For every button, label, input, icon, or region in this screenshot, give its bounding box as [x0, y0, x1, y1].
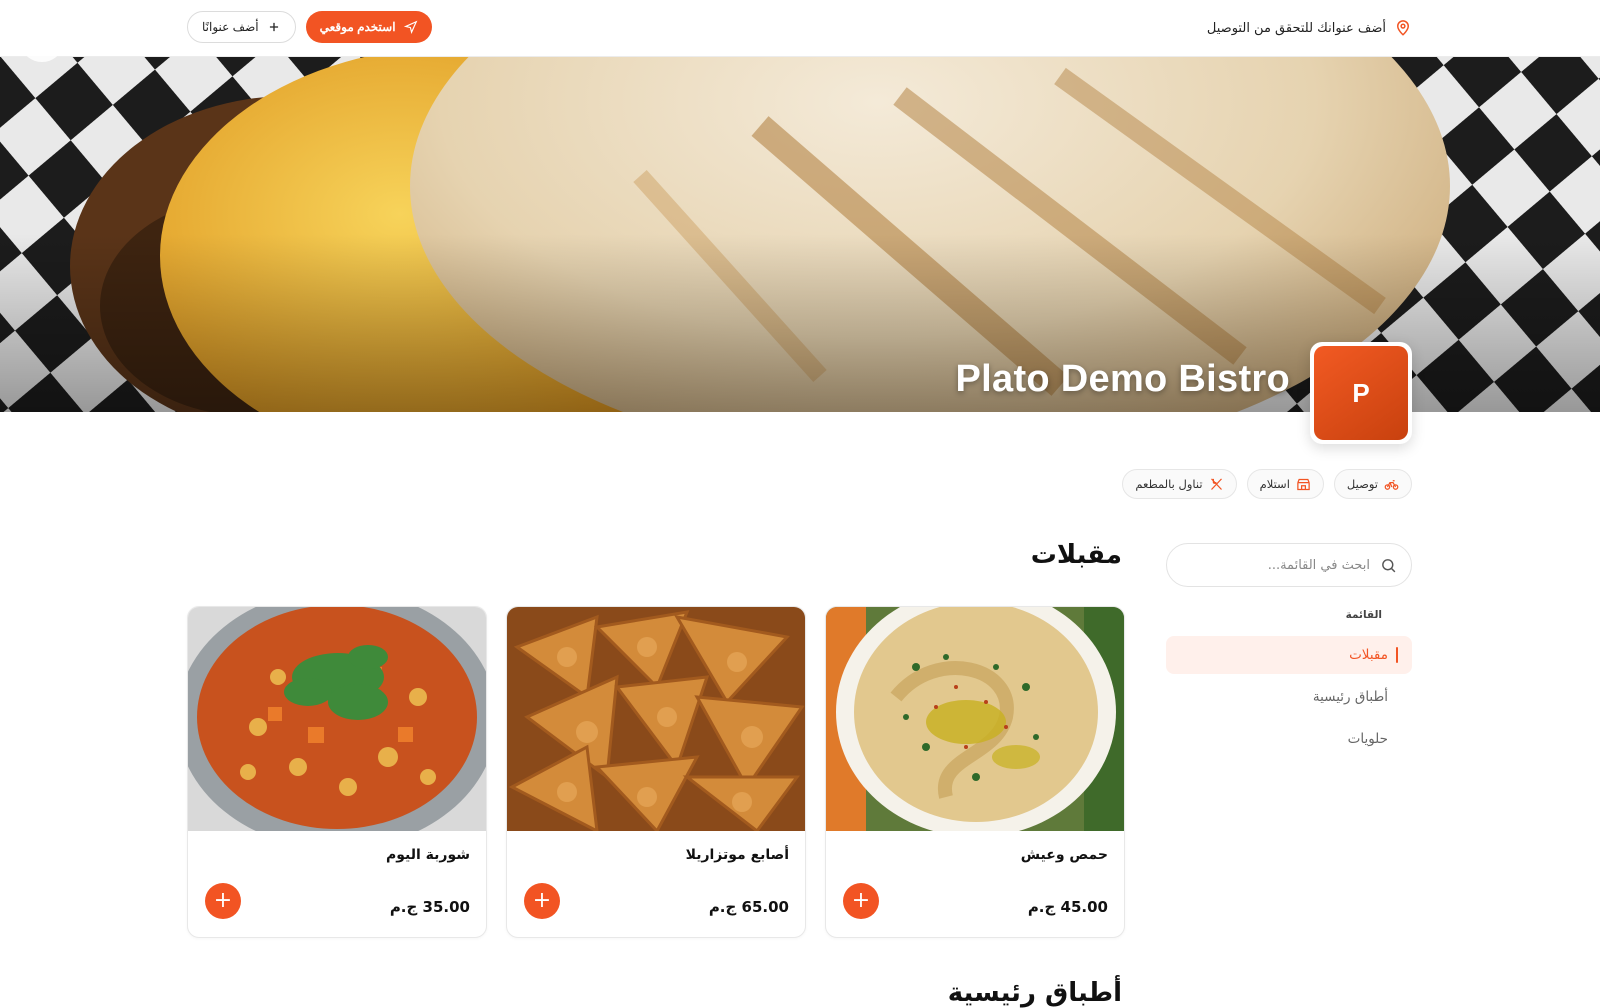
soup-image	[188, 607, 486, 831]
menu-item-price: 65.00 ج.م	[708, 898, 789, 916]
menu-heading: القائمة	[1345, 609, 1382, 621]
hummus-image	[826, 607, 1124, 831]
floating-menu-button[interactable]	[22, 28, 62, 62]
use-location-button[interactable]: استخدم موقعي	[305, 11, 432, 43]
add-to-cart-button[interactable]: +	[843, 883, 879, 919]
restaurant-logo-letter: P	[1314, 346, 1408, 440]
service-chip-label: توصيل	[1346, 477, 1378, 491]
service-options: توصيل استلام تناول بالمطعم	[1122, 469, 1412, 499]
plus-icon	[269, 22, 278, 32]
menu-item-card[interactable]: شوربة اليوم 35.00 ج.م +	[187, 606, 487, 938]
top-bar: أضف عنوانك للتحقق من التوصيل أضف عنوانًا…	[0, 0, 1600, 57]
add-to-cart-button[interactable]: +	[524, 883, 560, 919]
category-main-dishes[interactable]: أطباق رئيسية	[1166, 678, 1412, 716]
location-pin-icon	[1396, 20, 1410, 36]
menu-item-card[interactable]: حمص وعيش 45.00 ج.م +	[825, 606, 1125, 938]
use-location-label: استخدم موقعي	[319, 20, 396, 34]
add-address-button[interactable]: أضف عنوانًا	[187, 11, 296, 43]
category-desserts[interactable]: حلويات	[1166, 720, 1412, 758]
address-prompt-text: أضف عنوانك للتحقق من التوصيل	[1206, 20, 1386, 36]
add-to-cart-button[interactable]: +	[205, 883, 241, 919]
utensils-icon	[1210, 477, 1222, 490]
menu-item-name: أصابع موتزاريلا	[685, 847, 789, 863]
category-list: مقبلات أطباق رئيسية حلويات	[1166, 636, 1412, 762]
bike-icon	[1384, 479, 1399, 490]
service-chip-pickup[interactable]: استلام	[1246, 469, 1324, 499]
add-address-label: أضف عنوانًا	[202, 20, 259, 34]
menu-search-input[interactable]	[1181, 556, 1372, 574]
menu-item-card[interactable]: أصابع موتزاريلا 65.00 ج.م +	[506, 606, 806, 938]
service-chip-delivery[interactable]: توصيل	[1333, 469, 1412, 499]
store-icon	[1297, 478, 1310, 490]
menu-item-price: 45.00 ج.م	[1027, 898, 1108, 916]
menu-item-name: حمص وعيش	[1020, 847, 1108, 863]
service-chip-dine-in[interactable]: تناول بالمطعم	[1122, 469, 1237, 499]
section-title: مقبلات	[1030, 540, 1122, 570]
service-chip-label: تناول بالمطعم	[1135, 477, 1203, 491]
search-icon	[1382, 558, 1396, 572]
address-prompt[interactable]: أضف عنوانك للتحقق من التوصيل	[1207, 16, 1412, 40]
top-actions: أضف عنوانًا استخدم موقعي	[187, 11, 432, 43]
restaurant-name: Plato Demo Bistro	[955, 358, 1290, 400]
menu-item-price: 35.00 ج.م	[389, 898, 470, 916]
menu-search	[1166, 543, 1412, 587]
service-chip-label: استلام	[1259, 477, 1290, 491]
menu-items-grid: شوربة اليوم 35.00 ج.م + أصابع موتزاريلا …	[187, 606, 1125, 938]
next-section-title: أطباق رئيسية	[947, 978, 1122, 1008]
navigation-arrow-icon	[403, 20, 417, 34]
pastry-image	[507, 607, 805, 831]
menu-item-name: شوربة اليوم	[385, 847, 470, 863]
category-appetizers[interactable]: مقبلات	[1166, 636, 1412, 674]
restaurant-logo: P	[1310, 342, 1412, 444]
